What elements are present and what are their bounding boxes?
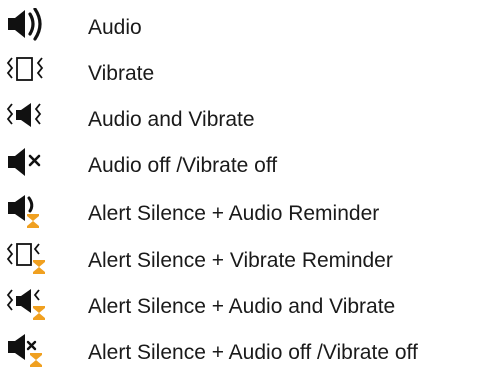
audio-and-vibrate-icon [6, 100, 66, 136]
legend-label-audio-off-vibrate-off: Audio off /Vibrate off [88, 154, 278, 177]
legend-row-alert-silence-audio-off-vibrate-off: Alert Silence + Audio off /Vibrate off [0, 325, 500, 369]
legend-row-alert-silence-vibrate-reminder: Alert Silence + Vibrate Reminder [0, 233, 500, 277]
notification-mode-legend: Audio Vibrate Audio and Vibrate Audio of… [0, 0, 500, 381]
vibrate-icon [6, 54, 66, 90]
legend-label-alert-silence-audio-reminder: Alert Silence + Audio Reminder [88, 202, 380, 225]
legend-row-vibrate: Vibrate [0, 46, 500, 90]
audio-icon [6, 8, 66, 44]
legend-label-vibrate: Vibrate [88, 62, 155, 85]
alert-silence-audio-reminder-icon [6, 194, 66, 230]
legend-row-audio: Audio [0, 0, 500, 44]
audio-off-vibrate-off-icon [6, 146, 66, 182]
legend-label-alert-silence-audio-off-vibrate-off: Alert Silence + Audio off /Vibrate off [88, 341, 418, 364]
alert-silence-audio-and-vibrate-icon [6, 287, 66, 323]
legend-label-audio-and-vibrate: Audio and Vibrate [88, 108, 255, 131]
legend-label-audio: Audio [88, 16, 142, 39]
legend-row-audio-and-vibrate: Audio and Vibrate [0, 92, 500, 136]
legend-row-alert-silence-audio-reminder: Alert Silence + Audio Reminder [0, 186, 500, 230]
legend-row-alert-silence-audio-and-vibrate: Alert Silence + Audio and Vibrate [0, 279, 500, 323]
legend-row-audio-off-vibrate-off: Audio off /Vibrate off [0, 138, 500, 182]
legend-label-alert-silence-audio-and-vibrate: Alert Silence + Audio and Vibrate [88, 295, 396, 318]
legend-label-alert-silence-vibrate-reminder: Alert Silence + Vibrate Reminder [88, 249, 393, 272]
alert-silence-vibrate-reminder-icon [6, 241, 66, 277]
alert-silence-audio-off-vibrate-off-icon [6, 333, 66, 369]
